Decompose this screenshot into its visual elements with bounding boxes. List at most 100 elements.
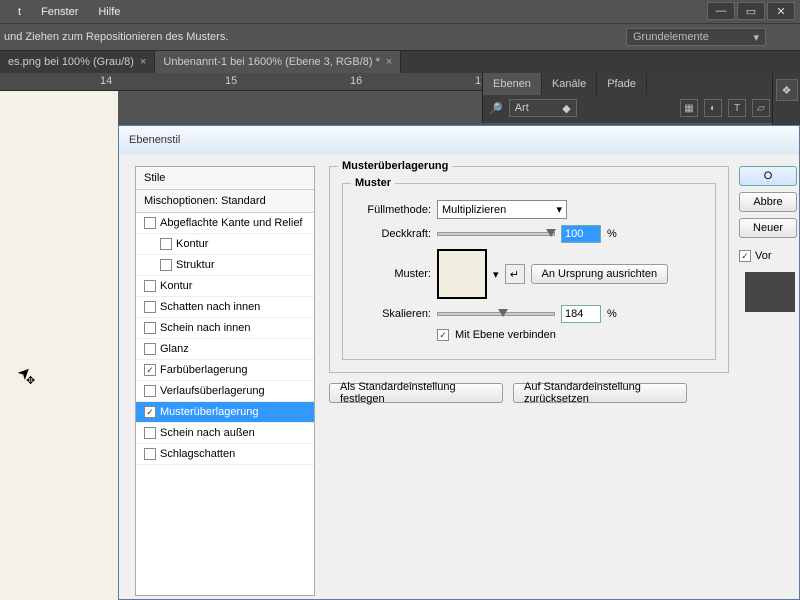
ruler-mark: 14 (100, 75, 112, 87)
style-label: Abgeflachte Kante und Relief (160, 217, 303, 229)
menu-item-window[interactable]: Fenster (31, 6, 88, 18)
preview-checkbox[interactable] (739, 250, 751, 262)
checkbox[interactable] (160, 238, 172, 250)
filter-adjust-icon[interactable]: ◐ (704, 99, 722, 117)
checkbox[interactable] (144, 364, 156, 376)
checkbox[interactable] (160, 259, 172, 271)
filter-pixel-icon[interactable]: ▦ (680, 99, 698, 117)
ruler-mark: 15 (225, 75, 237, 87)
scale-slider[interactable] (437, 312, 555, 316)
style-label: Verlaufsüberlagerung (160, 385, 265, 397)
document-tab[interactable]: es.png bei 100% (Grau/8) × (0, 51, 155, 73)
new-style-button[interactable]: Neuer (739, 218, 797, 238)
checkbox[interactable] (144, 343, 156, 355)
document-tabs: es.png bei 100% (Grau/8) × Unbenannt-1 b… (0, 51, 800, 73)
tab-label: es.png bei 100% (Grau/8) (8, 56, 134, 68)
cancel-button[interactable]: Abbre (739, 192, 797, 212)
style-label: Kontur (176, 238, 208, 250)
tab-label: Unbenannt-1 bei 1600% (Ebene 3, RGB/8) * (163, 56, 379, 68)
blend-mode-dropdown[interactable]: Multiplizieren ▾ (437, 200, 567, 219)
menubar: t Fenster Hilfe (0, 0, 800, 23)
chevron-down-icon[interactable]: ▾ (493, 268, 499, 281)
style-list-header[interactable]: Stile (136, 167, 314, 190)
tab-paths[interactable]: Pfade (597, 73, 647, 95)
blend-mode-label: Füllmethode: (355, 204, 431, 216)
workspace-selector[interactable]: Grundelemente ▾ (626, 28, 766, 46)
menu-item-help[interactable]: Hilfe (88, 6, 130, 18)
checkbox[interactable] (144, 217, 156, 229)
menu-item[interactable]: t (8, 6, 31, 18)
pattern-label: Muster: (355, 268, 431, 280)
checkbox[interactable] (144, 448, 156, 460)
scale-label: Skalieren: (355, 308, 431, 320)
chevron-down-icon: ▾ (556, 203, 562, 216)
dialog-right-column: O Abbre Neuer Vor (739, 166, 799, 312)
canvas[interactable] (0, 91, 118, 600)
percent-label: % (607, 308, 617, 320)
style-item-bevel[interactable]: Abgeflachte Kante und Relief (136, 213, 314, 234)
ok-button[interactable]: O (739, 166, 797, 186)
style-label: Kontur (160, 280, 192, 292)
filter-kind-dropdown[interactable]: Art◆ (509, 99, 577, 117)
group-title: Muster (351, 177, 395, 189)
style-item-gradient-overlay[interactable]: Verlaufsüberlagerung (136, 381, 314, 402)
style-label: Schlagschatten (160, 448, 235, 460)
percent-label: % (607, 228, 617, 240)
opacity-slider[interactable] (437, 232, 555, 236)
style-item-stroke[interactable]: Kontur (136, 276, 314, 297)
style-item-pattern-overlay[interactable]: Musterüberlagerung (136, 402, 314, 423)
pattern-overlay-panel: Musterüberlagerung Muster Füllmethode: M… (329, 166, 729, 366)
checkbox[interactable] (144, 301, 156, 313)
dialog-title: Ebenenstil (129, 134, 180, 146)
tab-channels[interactable]: Kanäle (542, 73, 597, 95)
dock-icon[interactable]: ❖ (776, 79, 798, 101)
filter-type-icon[interactable]: T (728, 99, 746, 117)
filter-kind-label: Art (515, 102, 529, 114)
move-cursor-icon: ✥ (26, 374, 35, 387)
close-icon[interactable]: × (386, 56, 392, 68)
make-default-button[interactable]: Als Standardeinstellung festlegen (329, 383, 503, 403)
style-item-outer-glow[interactable]: Schein nach außen (136, 423, 314, 444)
style-label: Glanz (160, 343, 189, 355)
style-item-color-overlay[interactable]: Farbüberlagerung (136, 360, 314, 381)
window-controls: — ▭ ✕ (707, 2, 795, 20)
style-label: Farbüberlagerung (160, 364, 247, 376)
pattern-swatch[interactable] (437, 249, 487, 299)
new-preset-button[interactable]: ↵ (505, 264, 525, 284)
document-tab[interactable]: Unbenannt-1 bei 1600% (Ebene 3, RGB/8) *… (155, 51, 401, 73)
link-with-layer-label: Mit Ebene verbinden (455, 329, 556, 341)
style-item-inner-glow[interactable]: Schein nach innen (136, 318, 314, 339)
checkbox[interactable] (144, 280, 156, 292)
filter-shape-icon[interactable]: ▱ (752, 99, 770, 117)
preview-label: Vor (755, 250, 772, 262)
checkbox[interactable] (144, 427, 156, 439)
style-item-texture[interactable]: Struktur (136, 255, 314, 276)
options-bar: und Ziehen zum Repositionieren des Muste… (0, 23, 800, 51)
blending-options-header[interactable]: Mischoptionen: Standard (136, 190, 314, 213)
style-item-contour[interactable]: Kontur (136, 234, 314, 255)
checkbox[interactable] (144, 385, 156, 397)
opacity-label: Deckkraft: (355, 228, 431, 240)
minimize-button[interactable]: — (707, 2, 735, 20)
tab-layers[interactable]: Ebenen (483, 73, 542, 95)
style-item-drop-shadow[interactable]: Schlagschatten (136, 444, 314, 465)
maximize-button[interactable]: ▭ (737, 2, 765, 20)
preview-swatch (745, 272, 795, 312)
style-label: Schein nach außen (160, 427, 255, 439)
snap-to-origin-button[interactable]: An Ursprung ausrichten (531, 264, 669, 284)
style-item-satin[interactable]: Glanz (136, 339, 314, 360)
close-button[interactable]: ✕ (767, 2, 795, 20)
checkbox[interactable] (144, 322, 156, 334)
chevron-down-icon: ▾ (753, 31, 759, 44)
dialog-titlebar[interactable]: Ebenenstil (119, 126, 799, 154)
close-icon[interactable]: × (140, 56, 146, 68)
style-label: Musterüberlagerung (160, 406, 258, 418)
reset-default-button[interactable]: Auf Standardeinstellung zurücksetzen (513, 383, 687, 403)
opacity-input[interactable] (561, 225, 601, 243)
checkbox[interactable] (144, 406, 156, 418)
layers-panel: Ebenen Kanäle Pfade ▸≡ 🔎 Art◆ ▦ ◐ T ▱ ▣ (482, 73, 800, 123)
style-label: Schatten nach innen (160, 301, 260, 313)
scale-input[interactable] (561, 305, 601, 323)
link-with-layer-checkbox[interactable] (437, 329, 449, 341)
style-item-inner-shadow[interactable]: Schatten nach innen (136, 297, 314, 318)
